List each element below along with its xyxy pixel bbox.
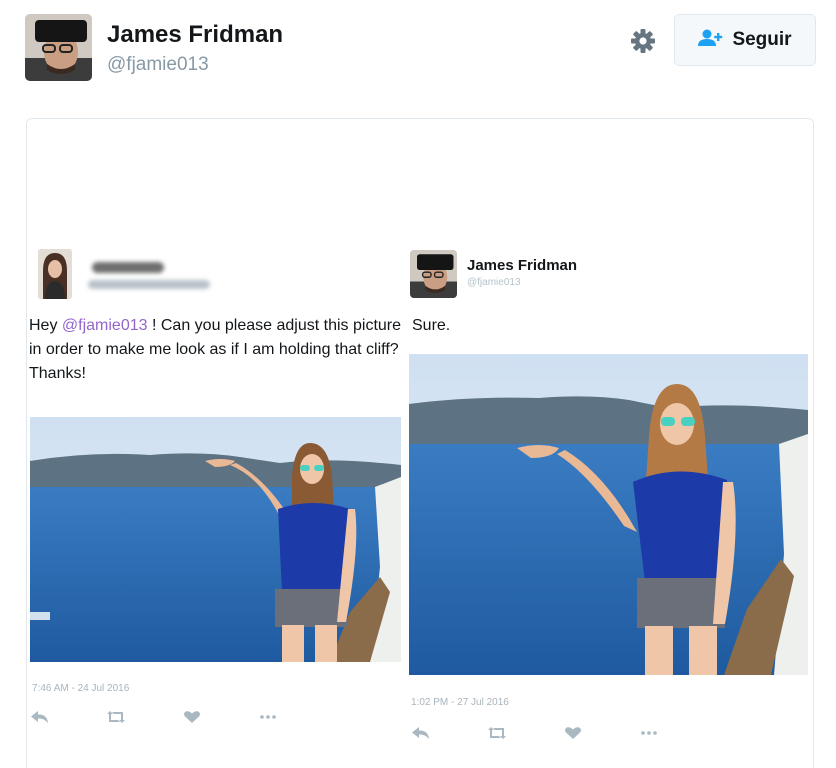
blurred-name [92,262,164,273]
more-icon[interactable] [258,710,278,724]
user-name[interactable]: James Fridman [107,21,283,49]
tweet-page: James Fridman @fjamie013 Seguir Hey @fja… [0,0,836,768]
more-icon[interactable] [639,726,659,740]
follow-label: Seguir [732,29,792,50]
gear-icon[interactable] [628,26,658,56]
follow-button[interactable]: Seguir [674,14,816,66]
like-icon[interactable] [182,710,202,724]
blurred-handle [88,280,210,289]
retweet-icon[interactable] [487,726,507,740]
like-icon[interactable] [563,726,583,740]
tweet-timestamp[interactable]: 7:46 AM - 24 Jul 2016 [32,683,129,694]
reply-icon[interactable] [30,710,50,724]
user-handle: @fjamie013 [107,54,209,75]
tweet-photo[interactable] [30,417,401,662]
user-name[interactable]: James Fridman [467,257,577,274]
user-handle: @fjamie013 [467,277,521,288]
mention-link[interactable]: @fjamie013 [62,317,148,334]
tweet-actions [30,710,334,724]
tweet-actions [411,726,715,740]
tweet-text: Sure. [412,317,451,334]
reply-icon[interactable] [411,726,431,740]
avatar[interactable] [410,250,457,298]
add-user-icon [698,29,724,52]
tweet-photo[interactable] [409,354,808,675]
avatar[interactable] [38,249,72,299]
tweet-text: Hey @fjamie013 ! Can you please adjust t… [29,317,402,382]
retweet-icon[interactable] [106,710,126,724]
avatar[interactable] [25,14,92,81]
tweet-timestamp[interactable]: 1:02 PM - 27 Jul 2016 [411,697,509,708]
